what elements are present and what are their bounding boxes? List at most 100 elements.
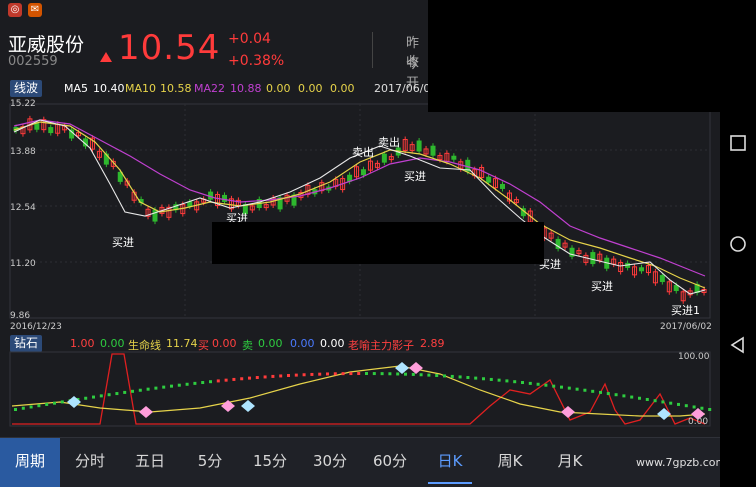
y-tick-1: 15.22 — [10, 99, 36, 109]
indicator-dot — [669, 401, 673, 405]
indicator-dot — [349, 372, 353, 376]
header-divider — [372, 32, 373, 68]
ma5-value: 10.40 — [93, 82, 125, 95]
tab-monthly-k[interactable]: 月K — [540, 438, 600, 487]
candle-body — [673, 285, 679, 292]
indicator-dot — [482, 377, 485, 381]
indicator-dot — [45, 402, 49, 406]
indicator-dot — [224, 378, 228, 382]
extra-value-1: 0.00 — [266, 82, 291, 95]
site-watermark: www.7gpzb.com — [636, 456, 727, 469]
y-tick-2: 13.88 — [10, 147, 36, 157]
indicator-dot — [92, 395, 95, 399]
candle-body — [486, 176, 492, 183]
candle-body — [639, 267, 644, 272]
price-change-percent: +0.38% — [228, 53, 285, 69]
indicator-dot — [107, 393, 111, 397]
kline-chart[interactable]: 买进 买进 卖出 卖出 买进 买进 买进 买进1 15.22 13.88 12.… — [0, 98, 720, 334]
indicator-dot — [435, 374, 439, 378]
indicator-dot — [458, 375, 462, 379]
candle-body — [48, 127, 54, 134]
stock-name: 亚威股份 — [8, 34, 85, 56]
indicator-dot — [505, 379, 509, 383]
candle-body — [347, 174, 353, 182]
indicator-dot — [185, 382, 189, 386]
indicator-dot — [99, 394, 103, 398]
indicator-dot — [528, 381, 532, 385]
indicator-dot — [21, 406, 25, 410]
tab-daily-k[interactable]: 日K — [420, 438, 480, 487]
candle-body — [361, 169, 366, 176]
ind-value-1: 1.00 — [70, 337, 95, 350]
indicator-dot — [396, 372, 400, 376]
indicator-dot — [302, 373, 306, 377]
candle-body — [500, 183, 505, 189]
indicator-dot — [271, 374, 275, 378]
ind-value-2: 0.00 — [100, 337, 125, 350]
diamond-dot-series — [14, 372, 712, 411]
indicator-dot — [341, 372, 345, 376]
indicator-dot — [513, 380, 517, 384]
indicator-dot — [201, 381, 205, 385]
indicator-dot — [232, 377, 236, 381]
candle-body — [659, 275, 665, 283]
indicator-dot — [177, 383, 181, 387]
ma5-label: MA5 — [64, 82, 89, 95]
annotation-buy-1: 买进 — [112, 236, 134, 249]
tab-15min[interactable]: 15分 — [240, 438, 300, 487]
indicator-dot — [380, 372, 384, 376]
indicator-dot — [474, 376, 478, 380]
candle-body — [590, 252, 596, 265]
candle-body — [451, 155, 457, 160]
recent-apps-icon[interactable] — [729, 134, 747, 152]
start-date-label: 2016/12/23 — [10, 322, 62, 332]
indicator-dot — [333, 372, 337, 376]
indicator-dot — [365, 372, 368, 376]
indicator-dot — [170, 384, 173, 388]
home-icon[interactable] — [729, 235, 747, 253]
indicator-dot — [427, 373, 431, 377]
indicator-dot — [411, 372, 415, 376]
tab-30min[interactable]: 30分 — [300, 438, 360, 487]
tab-weekly-k[interactable]: 周K — [480, 438, 540, 487]
tab-5min[interactable]: 5分 — [180, 438, 240, 487]
indicator-dot — [404, 372, 407, 376]
indicator-dot — [326, 372, 329, 376]
indicator-dot — [248, 376, 251, 380]
indicator-dot — [560, 385, 563, 389]
ind-y-top: 100.00 — [678, 352, 710, 362]
indicator-dot — [53, 401, 56, 405]
indicator-dot — [661, 400, 665, 404]
back-icon[interactable] — [729, 336, 747, 354]
indicator-dot — [622, 394, 626, 398]
indicator-dot — [466, 376, 470, 380]
indicator-dot — [677, 402, 680, 406]
indicator-dot — [279, 374, 283, 378]
indicator-dot — [318, 372, 322, 376]
diamond-marker — [139, 406, 153, 418]
indicator-dot — [606, 392, 610, 396]
indicator-dot — [287, 374, 290, 378]
tab-intraday[interactable]: 分时 — [60, 438, 120, 487]
diamond-indicator-chart[interactable]: 100.00 0.00 — [0, 350, 720, 430]
indicator-dot — [310, 372, 314, 376]
indicator-dot — [193, 381, 197, 385]
tab-five-day[interactable]: 五日 — [120, 438, 180, 487]
ma10-label: MA10 — [125, 82, 157, 95]
redaction-block-chart — [212, 222, 544, 264]
indicator-dot — [599, 390, 602, 394]
indicator-dot — [357, 372, 361, 376]
indicator-dot — [544, 383, 548, 387]
candle-body — [381, 153, 387, 163]
indicator-dot — [209, 380, 212, 384]
indicator-dot — [216, 379, 220, 383]
tab-period[interactable]: 周期 — [0, 438, 60, 487]
indicator-dot — [521, 381, 524, 385]
indicator-dot — [567, 386, 571, 390]
candle-body — [430, 145, 436, 156]
indicator-switch-button[interactable]: 线波 — [10, 80, 43, 97]
tab-60min[interactable]: 60分 — [360, 438, 420, 487]
candle-body — [187, 201, 193, 207]
diamond-marker — [395, 362, 409, 374]
indicator-dot — [645, 397, 649, 401]
